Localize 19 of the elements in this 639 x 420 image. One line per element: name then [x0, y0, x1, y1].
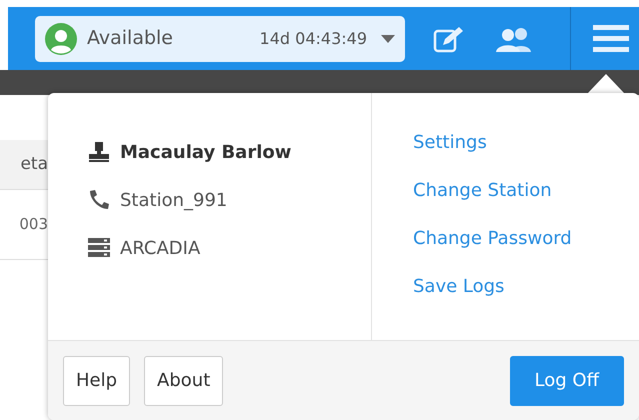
- compose-icon[interactable]: [433, 24, 465, 52]
- server-name: ARCADIA: [120, 236, 200, 260]
- avatar-icon: [45, 22, 77, 54]
- caret-icon: [381, 34, 395, 42]
- phone-icon: [88, 189, 110, 211]
- menu-link[interactable]: Change Password: [413, 224, 639, 272]
- menu-link[interactable]: Save Logs: [413, 272, 639, 320]
- user-name: Macaulay Barlow: [120, 140, 292, 164]
- person-icon: [88, 141, 110, 163]
- server-icon: [88, 238, 110, 258]
- column-header: eta: [0, 140, 48, 190]
- footer-button[interactable]: Help: [63, 356, 130, 406]
- footer-button[interactable]: About: [144, 356, 224, 406]
- station-name: Station_991: [120, 188, 228, 212]
- status-dropdown[interactable]: Available 14d 04:43:49: [35, 16, 405, 62]
- menu-icon[interactable]: [593, 24, 629, 52]
- menu-link[interactable]: Change Station: [413, 176, 639, 224]
- log-off-button[interactable]: Log Off: [510, 356, 624, 406]
- menu-link[interactable]: Settings: [413, 128, 639, 176]
